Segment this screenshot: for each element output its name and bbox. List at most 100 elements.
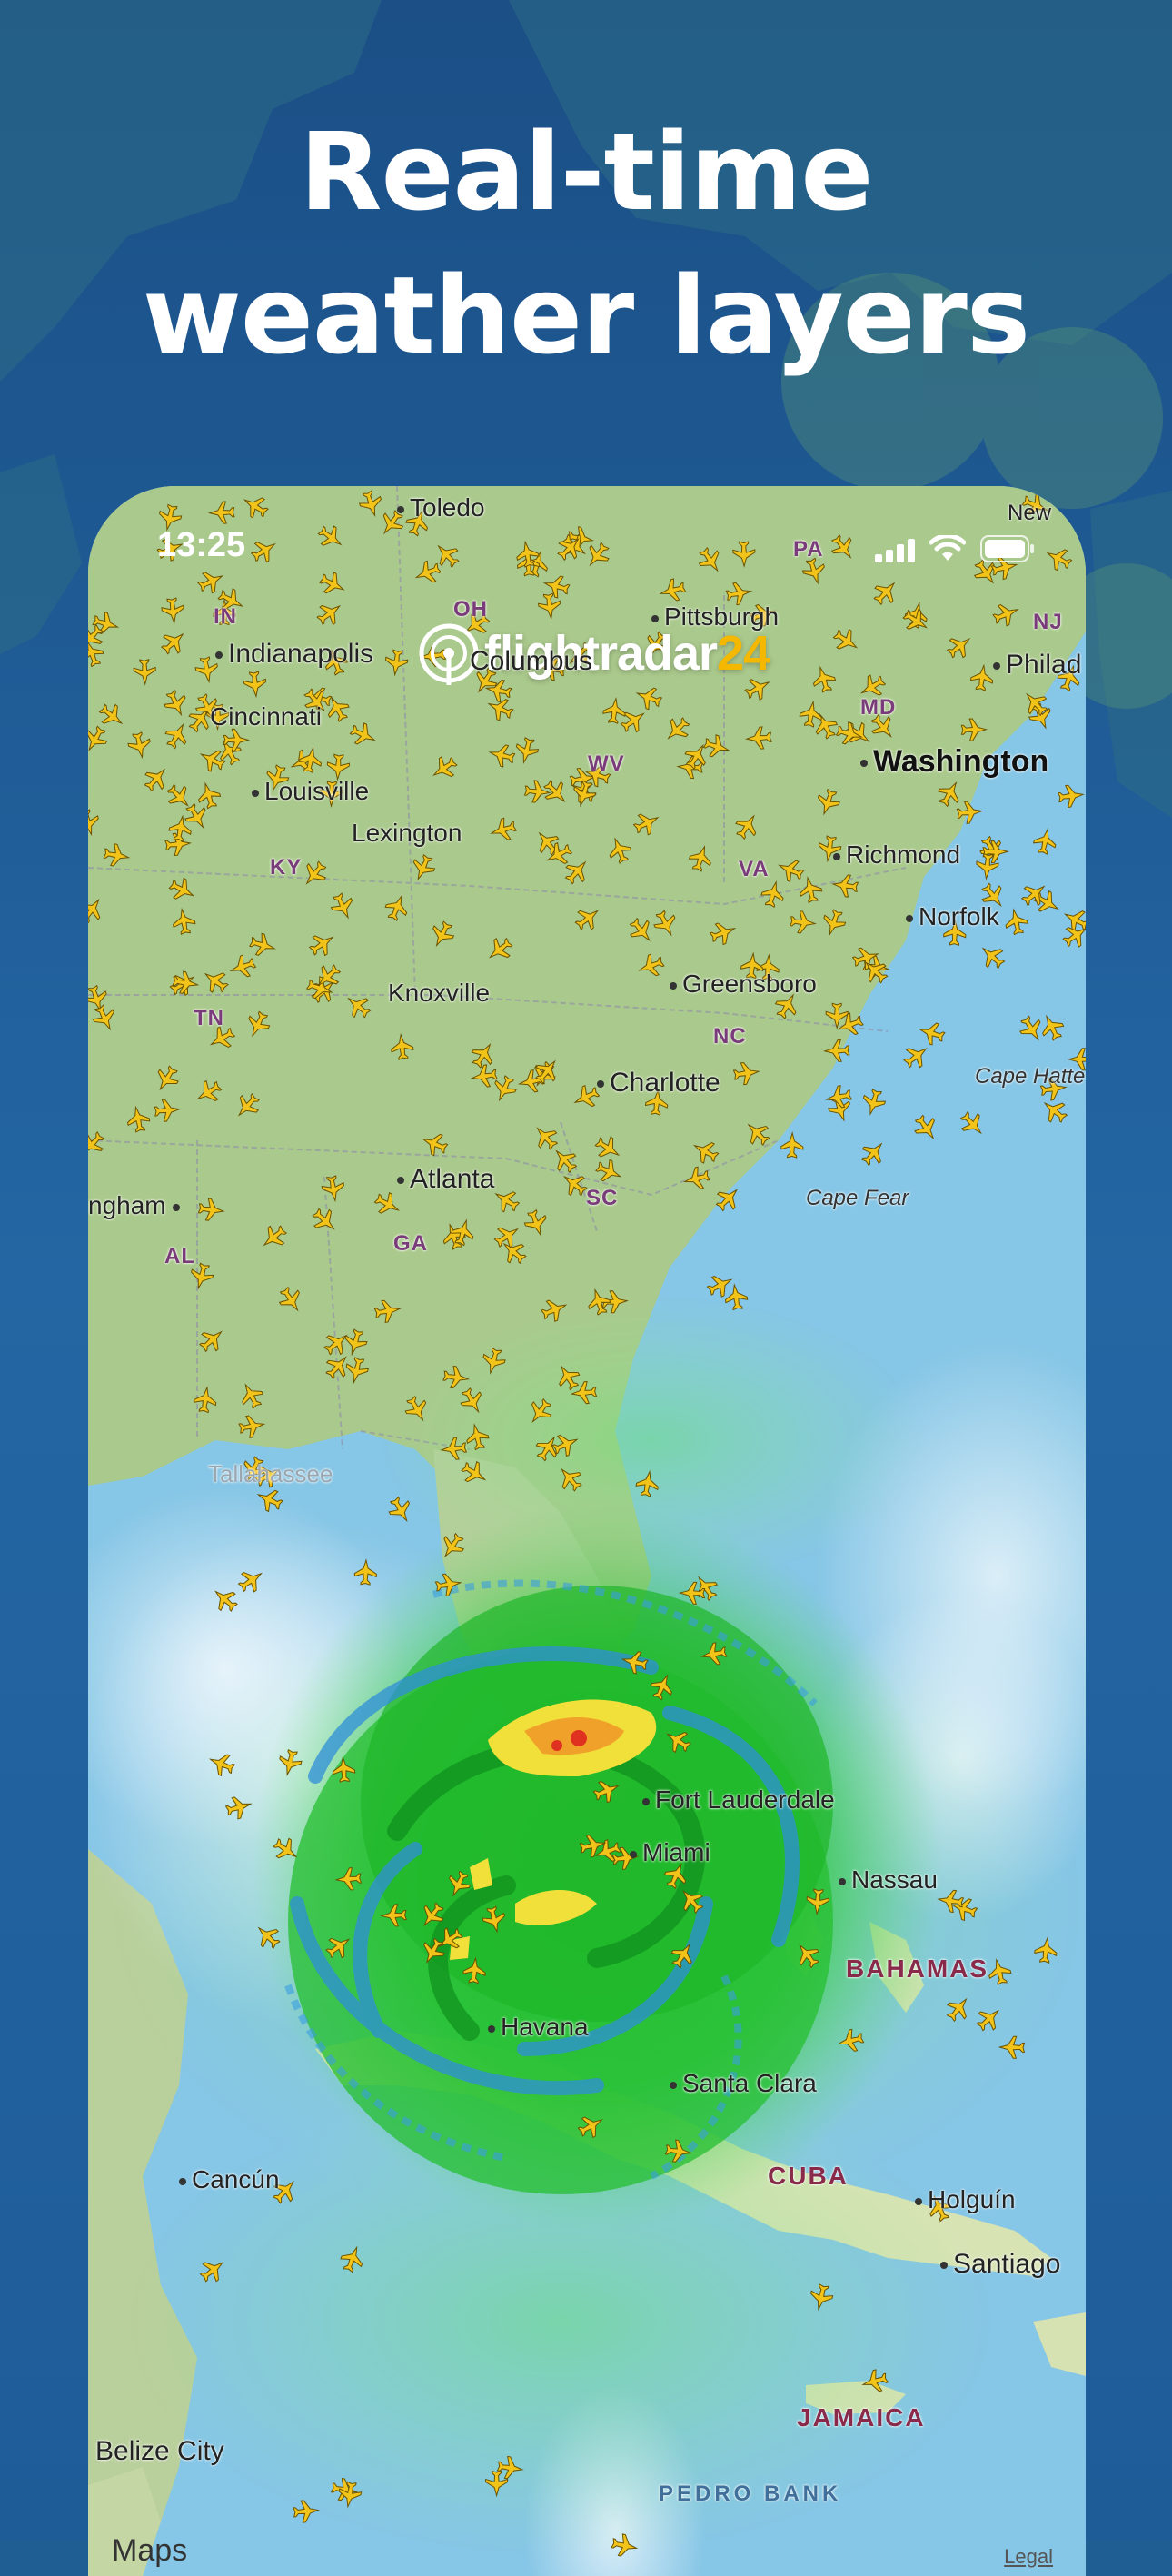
aircraft-icon[interactable] xyxy=(591,1132,624,1164)
aircraft-icon[interactable] xyxy=(723,1283,749,1311)
aircraft-icon[interactable] xyxy=(1038,1095,1071,1128)
aircraft-icon[interactable] xyxy=(960,718,988,741)
aircraft-icon[interactable] xyxy=(338,2243,367,2274)
aircraft-icon[interactable] xyxy=(661,1725,694,1756)
aircraft-icon[interactable] xyxy=(553,1462,586,1495)
aircraft-icon[interactable] xyxy=(790,910,817,935)
aircraft-icon[interactable] xyxy=(199,965,232,997)
aircraft-icon[interactable] xyxy=(343,1356,370,1385)
aircraft-icon[interactable] xyxy=(342,1328,370,1358)
aircraft-icon[interactable] xyxy=(910,1111,942,1144)
aircraft-icon[interactable] xyxy=(235,1565,268,1596)
aircraft-icon[interactable] xyxy=(621,1648,650,1675)
aircraft-icon[interactable] xyxy=(678,1581,706,1605)
aircraft-icon[interactable] xyxy=(571,902,604,935)
aircraft-icon[interactable] xyxy=(488,816,518,844)
aircraft-icon[interactable] xyxy=(161,688,191,720)
aircraft-icon[interactable] xyxy=(385,1494,416,1526)
aircraft-icon[interactable] xyxy=(602,696,627,724)
aircraft-icon[interactable] xyxy=(809,664,838,694)
aircraft-icon[interactable] xyxy=(775,855,806,885)
aircraft-icon[interactable] xyxy=(1037,1011,1067,1043)
aircraft-icon[interactable] xyxy=(744,726,772,750)
aircraft-icon[interactable] xyxy=(530,1121,562,1154)
aircraft-icon[interactable] xyxy=(496,2455,524,2481)
aircraft-layer[interactable] xyxy=(88,486,1086,2576)
aircraft-icon[interactable] xyxy=(125,1105,152,1133)
aircraft-icon[interactable] xyxy=(513,736,541,765)
aircraft-icon[interactable] xyxy=(552,1361,583,1394)
aircraft-icon[interactable] xyxy=(196,744,228,775)
aircraft-icon[interactable] xyxy=(334,1867,363,1891)
aircraft-icon[interactable] xyxy=(660,713,693,746)
aircraft-icon[interactable] xyxy=(162,720,193,751)
aircraft-icon[interactable] xyxy=(224,1794,254,1822)
aircraft-icon[interactable] xyxy=(89,1002,119,1034)
aircraft-icon[interactable] xyxy=(631,808,662,839)
aircraft-icon[interactable] xyxy=(243,671,267,699)
aircraft-icon[interactable] xyxy=(592,1837,623,1866)
aircraft-icon[interactable] xyxy=(617,705,650,737)
aircraft-icon[interactable] xyxy=(166,874,198,905)
aircraft-icon[interactable] xyxy=(275,1284,307,1317)
aircraft-icon[interactable] xyxy=(799,700,824,729)
aircraft-icon[interactable] xyxy=(347,720,379,750)
aircraft-icon[interactable] xyxy=(822,1039,850,1062)
aircraft-icon[interactable] xyxy=(171,907,196,935)
aircraft-icon[interactable] xyxy=(956,801,984,825)
aircraft-icon[interactable] xyxy=(791,1939,824,1972)
aircraft-icon[interactable] xyxy=(402,1393,432,1425)
aircraft-icon[interactable] xyxy=(293,2500,321,2523)
aircraft-icon[interactable] xyxy=(88,723,111,755)
aircraft-icon[interactable] xyxy=(227,952,257,980)
aircraft-icon[interactable] xyxy=(481,1905,507,1934)
aircraft-icon[interactable] xyxy=(326,753,350,781)
aircraft-icon[interactable] xyxy=(236,1379,267,1411)
aircraft-icon[interactable] xyxy=(436,1530,468,1563)
aircraft-icon[interactable] xyxy=(682,1165,711,1192)
aircraft-icon[interactable] xyxy=(973,2003,1006,2035)
aircraft-icon[interactable] xyxy=(700,1641,728,1667)
aircraft-icon[interactable] xyxy=(539,1295,570,1325)
aircraft-icon[interactable] xyxy=(998,2035,1026,2059)
aircraft-icon[interactable] xyxy=(298,858,331,890)
aircraft-icon[interactable] xyxy=(427,919,458,950)
aircraft-icon[interactable] xyxy=(133,659,156,686)
aircraft-icon[interactable] xyxy=(434,1572,462,1597)
aircraft-icon[interactable] xyxy=(625,914,658,947)
aircraft-icon[interactable] xyxy=(900,1040,933,1073)
aircraft-icon[interactable] xyxy=(667,1939,699,1972)
aircraft-icon[interactable] xyxy=(231,1089,263,1122)
aircraft-icon[interactable] xyxy=(780,1131,804,1159)
aircraft-icon[interactable] xyxy=(332,1755,356,1783)
aircraft-icon[interactable] xyxy=(808,2283,834,2312)
aircraft-icon[interactable] xyxy=(711,1182,744,1215)
aircraft-icon[interactable] xyxy=(636,951,667,980)
aircraft-icon[interactable] xyxy=(88,1128,108,1160)
aircraft-icon[interactable] xyxy=(731,810,763,842)
aircraft-icon[interactable] xyxy=(480,1347,507,1376)
aircraft-icon[interactable] xyxy=(806,1888,829,1916)
aircraft-icon[interactable] xyxy=(732,1060,760,1086)
aircraft-icon[interactable] xyxy=(470,1063,498,1089)
aircraft-icon[interactable] xyxy=(635,1469,660,1498)
aircraft-icon[interactable] xyxy=(196,2254,229,2287)
aircraft-icon[interactable] xyxy=(463,1422,490,1451)
aircraft-icon[interactable] xyxy=(521,1208,551,1238)
aircraft-icon[interactable] xyxy=(819,908,848,938)
aircraft-icon[interactable] xyxy=(648,1671,678,1702)
aircraft-icon[interactable] xyxy=(209,1584,242,1616)
aircraft-icon[interactable] xyxy=(88,894,107,927)
aircraft-icon[interactable] xyxy=(917,1019,947,1047)
aircraft-icon[interactable] xyxy=(243,1009,273,1040)
aircraft-icon[interactable] xyxy=(197,1198,225,1222)
aircraft-icon[interactable] xyxy=(373,1298,402,1324)
aircraft-icon[interactable] xyxy=(797,875,823,904)
aircraft-icon[interactable] xyxy=(483,933,516,966)
aircraft-icon[interactable] xyxy=(651,908,680,940)
aircraft-icon[interactable] xyxy=(986,1957,1013,1986)
aircraft-icon[interactable] xyxy=(491,1185,523,1217)
aircraft-icon[interactable] xyxy=(194,781,223,811)
aircraft-icon[interactable] xyxy=(321,1175,346,1203)
aircraft-icon[interactable] xyxy=(836,2027,865,2054)
